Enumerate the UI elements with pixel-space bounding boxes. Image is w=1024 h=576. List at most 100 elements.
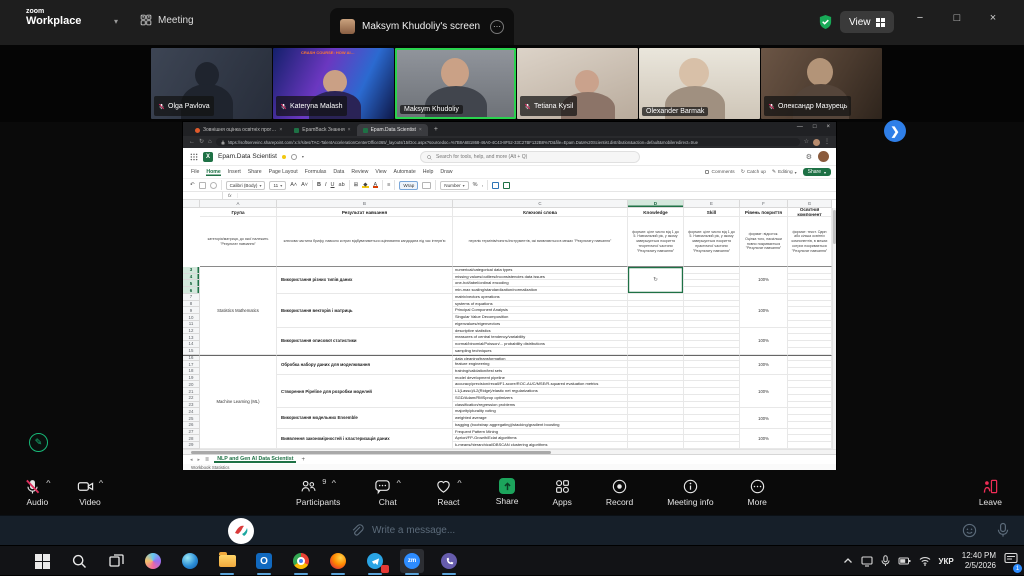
menu-share[interactable]: Share (248, 169, 262, 176)
browser-maximize-icon[interactable]: □ (813, 124, 817, 130)
more-button[interactable]: More (748, 478, 767, 507)
row-header[interactable]: 5 (183, 280, 200, 287)
sheet-header-cell[interactable]: Результат навчання (277, 208, 453, 217)
sheet-cell[interactable] (684, 287, 740, 294)
sheet-result-cell[interactable]: Використання модельних Ensemble (277, 408, 453, 428)
row-header[interactable]: 14 (183, 341, 200, 348)
new-tab-icon[interactable]: + (434, 126, 438, 133)
sheet-cell[interactable] (788, 388, 832, 395)
bold-button[interactable]: B (317, 182, 321, 188)
sheet-keyword-cell[interactable]: measures of central tendency/variability (453, 334, 628, 341)
sheet-coverage-cell[interactable]: 100% (740, 294, 788, 328)
merge-cells-icon[interactable] (422, 182, 431, 189)
chevron-down-icon[interactable]: ▾ (114, 17, 118, 26)
sheet-keyword-cell[interactable]: accuracy/precision/recall/F1-score/ROC-A… (453, 381, 628, 388)
sheet-keyword-cell[interactable]: bagging (bootstrap aggregating)/stacking… (453, 422, 628, 429)
leave-button[interactable]: Leave (979, 478, 1002, 507)
tab-shared-screen[interactable]: Maksym Khudoliy's screen ⋯ (330, 8, 514, 45)
participants-button[interactable]: 9 ^ Participants (296, 478, 340, 507)
annotate-button[interactable]: ✎ (29, 433, 48, 452)
tray-mic-icon[interactable] (881, 555, 890, 567)
sheet-cell[interactable] (628, 328, 684, 335)
taskbar-firefox-icon[interactable] (326, 549, 350, 573)
next-participants-button[interactable]: ❯ (884, 120, 906, 142)
tab-close-icon[interactable]: × (279, 127, 282, 133)
taskbar-chrome-icon[interactable] (289, 549, 313, 573)
sheet-coverage-cell[interactable]: 100% (740, 429, 788, 449)
refresh-icon[interactable]: ↻ (199, 139, 204, 145)
sheet-description-cell[interactable]: формат: ціле число від 1 до 5. Навчальни… (628, 217, 684, 267)
url-field[interactable]: https://softserveinc.sharepoint.com/:x:/… (216, 138, 800, 146)
editing-mode-button[interactable]: ✎Editing▾ (772, 170, 797, 175)
battery-icon[interactable] (898, 556, 911, 566)
sheet-cell[interactable] (788, 328, 832, 335)
share-workbook-button[interactable]: Share▾ (803, 168, 831, 176)
sheet-cell[interactable] (628, 301, 684, 308)
browser-minimize-icon[interactable]: — (797, 124, 803, 130)
sheet-cell[interactable] (628, 368, 684, 375)
row-header[interactable]: 16 (183, 355, 200, 362)
sheet-cell[interactable] (628, 402, 684, 409)
home-icon[interactable]: ⌂ (208, 139, 212, 145)
row-header[interactable]: 24 (183, 408, 200, 415)
sheet-cell[interactable] (628, 375, 684, 382)
participant-tile[interactable]: Олександр Мазурець (761, 48, 882, 119)
sheet-cell[interactable] (628, 314, 684, 321)
sheet-keyword-cell[interactable]: Frequent Pattern Mining (453, 429, 628, 436)
language-indicator[interactable]: УКР (939, 557, 954, 566)
taskbar-start-icon[interactable] (30, 549, 54, 573)
sheet-cell[interactable] (628, 415, 684, 422)
sheet-keyword-cell[interactable]: normal/binomial/Poisson/... probability … (453, 341, 628, 348)
sheet-keyword-cell[interactable]: model development pipeline (453, 375, 628, 382)
sheet-cell[interactable] (788, 348, 832, 355)
select-all-corner[interactable] (183, 200, 200, 208)
row-header[interactable]: 22 (183, 395, 200, 402)
sheet-cell[interactable] (684, 280, 740, 287)
sheet-cell[interactable] (788, 274, 832, 281)
sheet-cell[interactable] (628, 348, 684, 355)
sheet-keyword-cell[interactable]: one-hot/label/ordinal encoding (453, 280, 628, 287)
sheet-cell[interactable] (628, 307, 684, 314)
row-header[interactable]: 26 (183, 422, 200, 429)
column-header[interactable]: A (200, 200, 277, 208)
sheet-description-cell[interactable]: формат: текст. Один або кілька освітніх … (788, 217, 832, 267)
sheet-cell[interactable] (788, 415, 832, 422)
number-format-select[interactable]: Number▾ (440, 181, 468, 190)
sheet-cell[interactable] (788, 355, 832, 362)
sheet-keyword-cell[interactable]: weighted average (453, 415, 628, 422)
menu-formulas[interactable]: Formulas (305, 169, 327, 176)
sheet-cell[interactable] (684, 381, 740, 388)
wifi-icon[interactable] (919, 556, 931, 566)
sheet-cell[interactable] (684, 361, 740, 368)
view-button[interactable]: View (840, 11, 894, 33)
sheet-cell[interactable] (628, 422, 684, 429)
taskbar-viber-icon[interactable] (437, 549, 461, 573)
menu-automate[interactable]: Automate (394, 169, 416, 176)
participant-tile[interactable]: Olga Pavlova (151, 48, 272, 119)
row-header[interactable]: 7 (183, 294, 200, 301)
sheet-keyword-cell[interactable]: eigenvalues/eigenvectors (453, 321, 628, 328)
selected-cell[interactable]: ↻ (628, 267, 684, 294)
sheet-cell[interactable] (684, 294, 740, 301)
sheet-cell[interactable] (628, 381, 684, 388)
row-header[interactable]: 4 (183, 274, 200, 281)
menu-home[interactable]: Home (206, 169, 220, 176)
sheet-header-cell[interactable]: Група (200, 208, 277, 217)
row-header[interactable]: 15 (183, 348, 200, 355)
excel-logo-icon[interactable]: X (203, 152, 213, 162)
sheet-header-cell[interactable]: Освітній компонент (788, 208, 832, 217)
sheet-description-cell[interactable]: формат: відсоток. Оцінка того, наскільки… (740, 217, 788, 267)
sheet-cell[interactable] (788, 301, 832, 308)
row-header[interactable]: 29 (183, 442, 200, 449)
sheet-cell[interactable] (628, 355, 684, 362)
sheet-cell[interactable] (684, 274, 740, 281)
taskbar-copilot-icon[interactable] (141, 549, 165, 573)
workbook-title[interactable]: Epam.Data Scientist (218, 153, 277, 160)
sheet-result-cell[interactable]: Створення Pipeline для розробки моделей (277, 375, 453, 409)
format-painter-icon[interactable] (210, 182, 217, 189)
tab-options-icon[interactable]: ⋯ (490, 20, 504, 34)
taskbar-zoom-icon[interactable]: zm (400, 549, 424, 573)
row-header[interactable]: 9 (183, 307, 200, 314)
sheet-list-icon[interactable]: ≣ (205, 457, 209, 463)
sheet-cell[interactable] (628, 388, 684, 395)
